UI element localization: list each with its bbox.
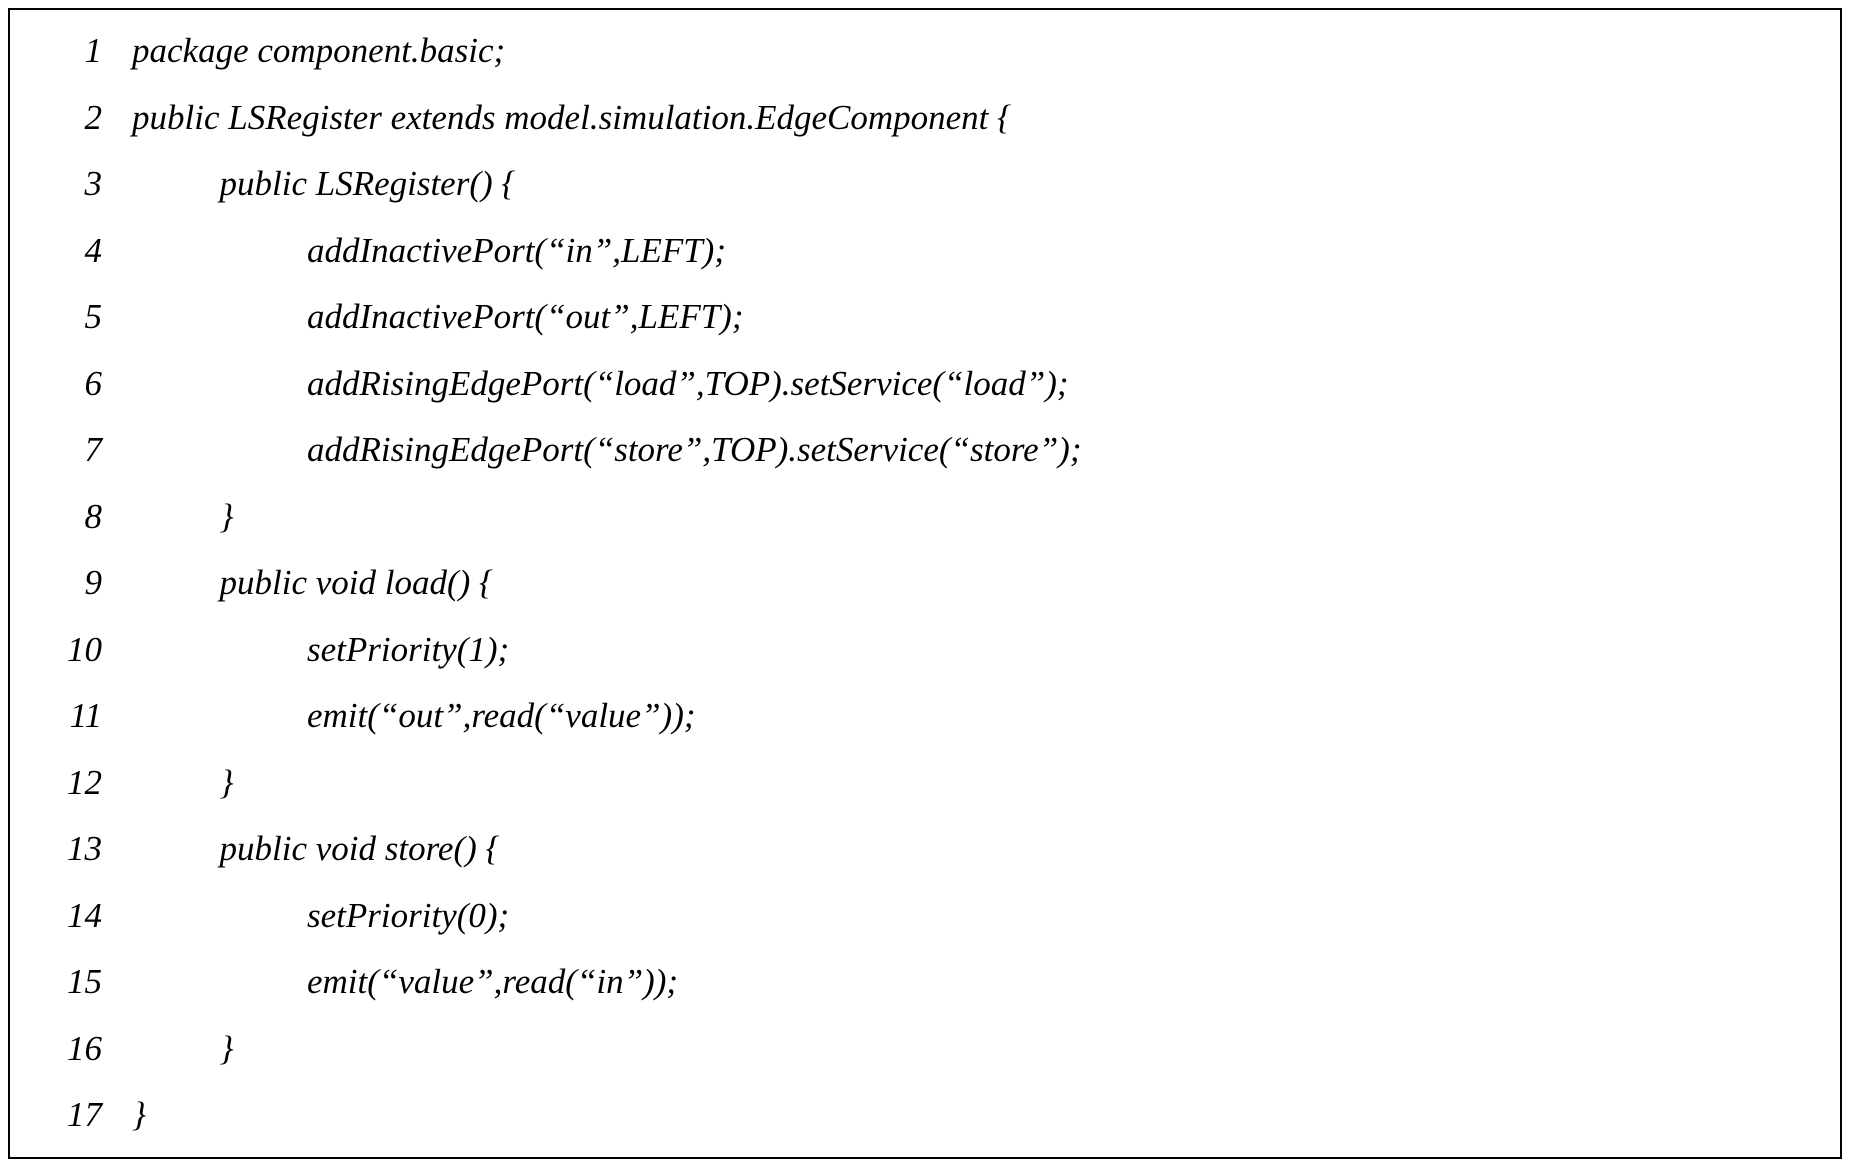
code-line: 8 } <box>22 484 1828 551</box>
code-lines-container: 1package component.basic;2public LSRegis… <box>22 18 1828 1149</box>
line-number: 17 <box>22 1082 132 1149</box>
line-number: 15 <box>22 949 132 1016</box>
line-number: 3 <box>22 151 132 218</box>
code-text: } <box>132 1082 146 1149</box>
code-line: 5 addInactivePort(“out”,LEFT); <box>22 284 1828 351</box>
code-line: 11 emit(“out”,read(“value”)); <box>22 683 1828 750</box>
code-line: 9 public void load() { <box>22 550 1828 617</box>
code-text: emit(“value”,read(“in”)); <box>132 949 678 1016</box>
code-text: public void load() { <box>132 550 493 617</box>
code-text: package component.basic; <box>132 18 505 85</box>
line-number: 6 <box>22 351 132 418</box>
code-text: } <box>132 484 234 551</box>
code-text: public void store() { <box>132 816 500 883</box>
code-line: 15 emit(“value”,read(“in”)); <box>22 949 1828 1016</box>
code-listing-box: 1package component.basic;2public LSRegis… <box>8 8 1842 1159</box>
code-line: 10 setPriority(1); <box>22 617 1828 684</box>
code-text: addInactivePort(“in”,LEFT); <box>132 218 726 285</box>
line-number: 4 <box>22 218 132 285</box>
code-text: setPriority(1); <box>132 617 509 684</box>
code-line: 4 addInactivePort(“in”,LEFT); <box>22 218 1828 285</box>
code-text: emit(“out”,read(“value”)); <box>132 683 696 750</box>
line-number: 5 <box>22 284 132 351</box>
code-line: 2public LSRegister extends model.simulat… <box>22 85 1828 152</box>
code-line: 17} <box>22 1082 1828 1149</box>
code-line: 14 setPriority(0); <box>22 883 1828 950</box>
line-number: 9 <box>22 550 132 617</box>
line-number: 7 <box>22 417 132 484</box>
line-number: 8 <box>22 484 132 551</box>
line-number: 10 <box>22 617 132 684</box>
code-text: addRisingEdgePort(“store”,TOP).setServic… <box>132 417 1081 484</box>
line-number: 2 <box>22 85 132 152</box>
code-text: addInactivePort(“out”,LEFT); <box>132 284 744 351</box>
code-line: 7 addRisingEdgePort(“store”,TOP).setServ… <box>22 417 1828 484</box>
code-line: 6 addRisingEdgePort(“load”,TOP).setServi… <box>22 351 1828 418</box>
line-number: 12 <box>22 750 132 817</box>
code-text: addRisingEdgePort(“load”,TOP).setService… <box>132 351 1069 418</box>
code-text: public LSRegister extends model.simulati… <box>132 85 1011 152</box>
line-number: 11 <box>22 683 132 750</box>
line-number: 1 <box>22 18 132 85</box>
code-text: setPriority(0); <box>132 883 509 950</box>
line-number: 13 <box>22 816 132 883</box>
code-text: public LSRegister() { <box>132 151 515 218</box>
code-line: 1package component.basic; <box>22 18 1828 85</box>
line-number: 14 <box>22 883 132 950</box>
line-number: 16 <box>22 1016 132 1083</box>
code-line: 3 public LSRegister() { <box>22 151 1828 218</box>
code-line: 16 } <box>22 1016 1828 1083</box>
code-line: 12 } <box>22 750 1828 817</box>
code-text: } <box>132 750 234 817</box>
code-text: } <box>132 1016 234 1083</box>
code-line: 13 public void store() { <box>22 816 1828 883</box>
